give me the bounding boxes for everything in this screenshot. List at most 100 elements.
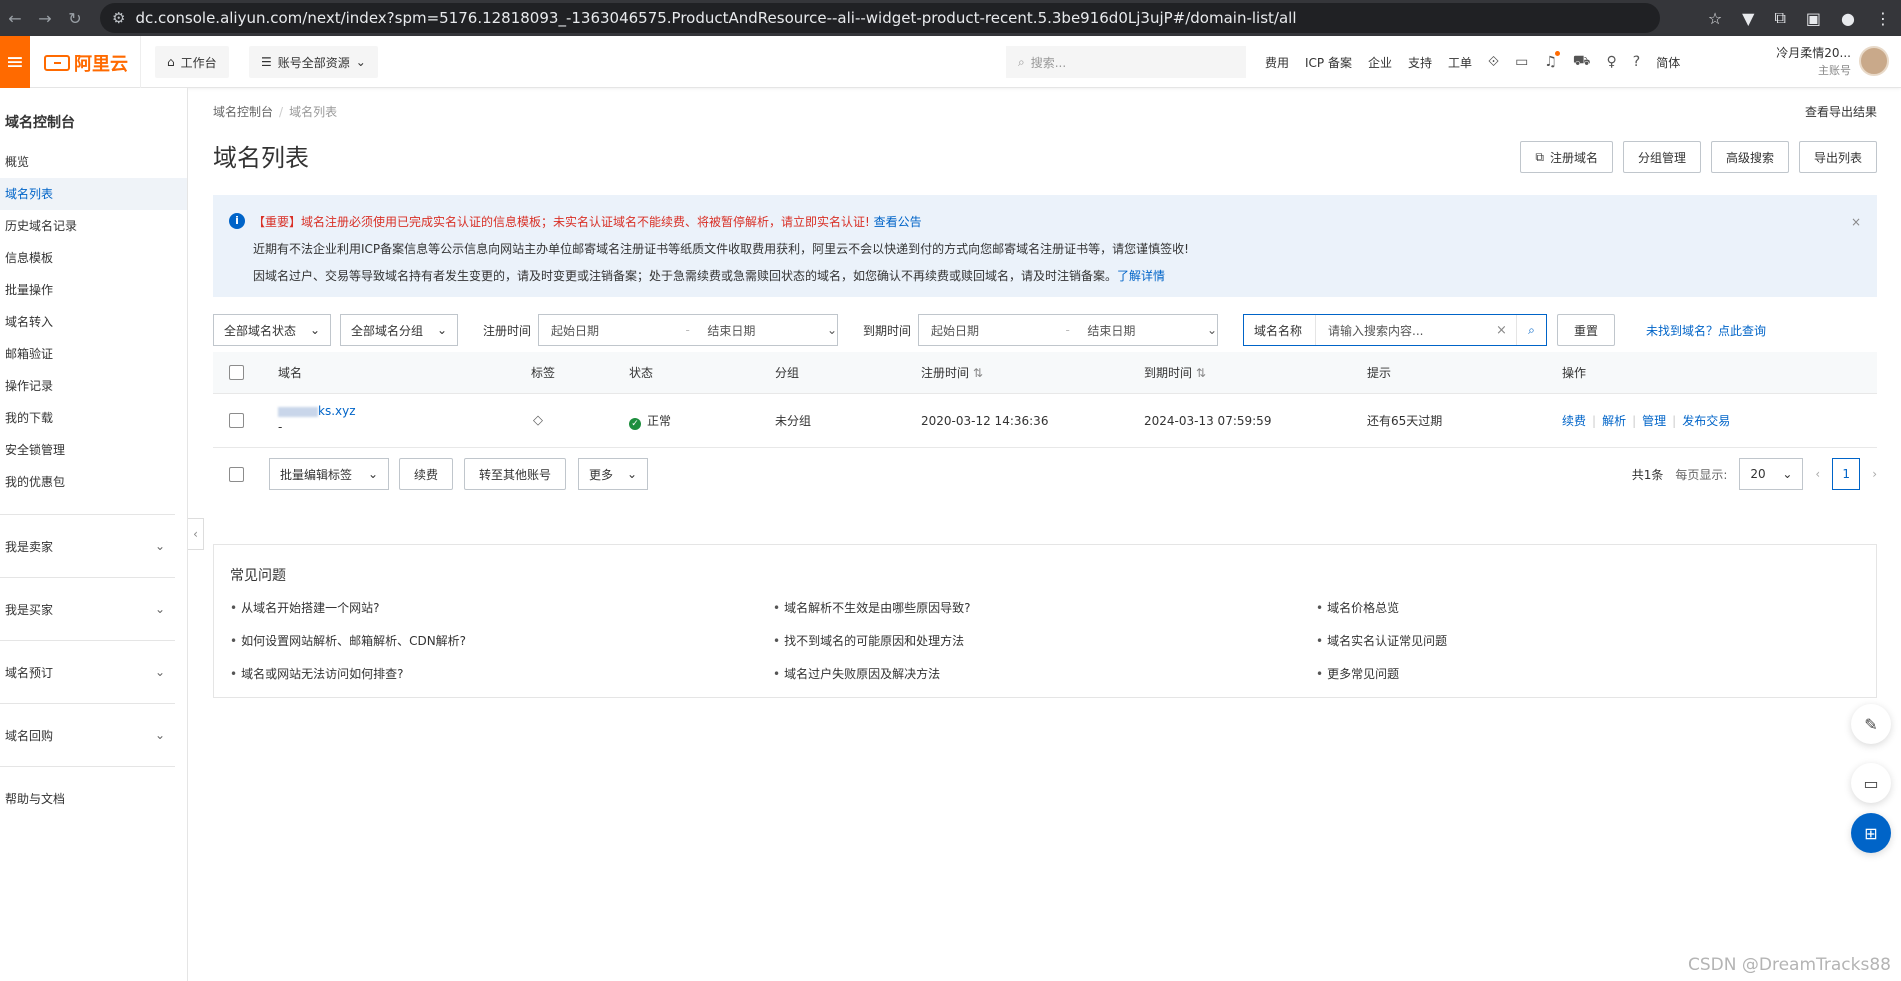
search-key-select[interactable]: 域名名称 — [1244, 315, 1316, 345]
bulk-renew-button[interactable]: 续费 — [399, 458, 454, 490]
back-icon[interactable]: ← — [0, 9, 30, 28]
breadcrumb-item-console[interactable]: 域名控制台 — [213, 105, 273, 119]
faq-link[interactable]: 域名价格总览 — [1316, 599, 1859, 616]
transfer-account-button[interactable]: 转至其他账号 — [464, 458, 567, 490]
faq-link[interactable]: 域名或网站无法访问如何排查? — [230, 665, 773, 682]
terminal-icon[interactable]: ▭ — [1515, 54, 1528, 70]
openapi-icon[interactable]: ⟐ — [1488, 54, 1499, 70]
bulk-select-checkbox[interactable] — [229, 467, 244, 482]
sidebar-item-transfer-in[interactable]: 域名转入 — [0, 306, 187, 338]
register-domain-button[interactable]: ⧉ 注册域名 — [1520, 141, 1613, 173]
start-date[interactable]: 起始日期 — [931, 322, 1065, 339]
sidebar-item-overview[interactable]: 概览 — [0, 146, 187, 178]
search-icon[interactable]: ⌕ — [1516, 315, 1546, 345]
lightbulb-icon[interactable]: ♀ — [1607, 54, 1617, 70]
bell-icon[interactable]: ♫ — [1544, 51, 1560, 70]
nav-link-billing[interactable]: 费用 — [1265, 54, 1289, 71]
prev-page-icon[interactable]: ‹ — [1815, 467, 1820, 481]
end-date[interactable]: 结束日期 — [707, 322, 827, 339]
menu-icon[interactable]: ⋮ — [1875, 9, 1891, 28]
faq-link[interactable]: 域名解析不生效是由哪些原因导致? — [773, 599, 1316, 616]
sidebar-item-history[interactable]: 历史域名记录 — [0, 210, 187, 242]
puzzle-icon[interactable]: ⧉ — [1774, 8, 1785, 28]
exp-date-range[interactable]: 起始日期 - 结束日期 ⌄ — [918, 314, 1218, 346]
sidebar-group-buyer[interactable]: 我是买家 ⌄ — [0, 577, 175, 640]
site-info-icon[interactable]: ⚙ — [112, 9, 125, 27]
sidebar-group-seller[interactable]: 我是卖家 ⌄ — [0, 514, 175, 577]
profile-icon[interactable]: ● — [1841, 9, 1855, 28]
edit-icon[interactable]: ✎ — [1851, 704, 1891, 744]
avatar[interactable] — [1859, 46, 1889, 76]
resolve-link[interactable]: 解析 — [1602, 414, 1626, 428]
sidebar-item-domain-list[interactable]: 域名列表 — [0, 178, 187, 210]
close-icon[interactable]: × — [1851, 209, 1861, 236]
cart-icon[interactable]: ⛟ — [1573, 53, 1591, 71]
publish-trade-link[interactable]: 发布交易 — [1682, 414, 1730, 428]
faq-link[interactable]: 找不到域名的可能原因和处理方法 — [773, 632, 1316, 649]
sidebar-group-buyback[interactable]: 域名回购 ⌄ — [0, 703, 175, 766]
apps-icon[interactable]: ⊞ — [1851, 813, 1891, 853]
chat-icon[interactable]: ▭ — [1851, 763, 1891, 803]
help-icon[interactable]: ? — [1633, 54, 1640, 70]
tag-icon[interactable]: ◇ — [533, 413, 543, 428]
nav-link-ticket[interactable]: 工单 — [1448, 54, 1472, 71]
group-manage-button[interactable]: 分组管理 — [1622, 141, 1701, 173]
view-export-results-link[interactable]: 查看导出结果 — [1805, 103, 1877, 120]
view-announcement-link[interactable]: 查看公告 — [874, 215, 922, 229]
advanced-search-button[interactable]: 高级搜索 — [1710, 141, 1789, 173]
nav-link-support[interactable]: 支持 — [1408, 54, 1432, 71]
faq-link[interactable]: 从域名开始搭建一个网站? — [230, 599, 773, 616]
learn-more-link[interactable]: 了解详情 — [1117, 269, 1165, 283]
bookmark-star-icon[interactable]: ☆ — [1708, 9, 1722, 28]
faq-link[interactable]: 域名过户失败原因及解决方法 — [773, 665, 1316, 682]
reset-button[interactable]: 重置 — [1557, 314, 1615, 346]
more-dropdown[interactable]: 更多 ⌄ — [578, 458, 648, 490]
domain-link[interactable]: ks.xyz — [278, 404, 356, 418]
resources-dropdown[interactable]: ☰ 账号全部资源 ⌄ — [249, 46, 378, 78]
start-date[interactable]: 起始日期 — [551, 322, 685, 339]
faq-link[interactable]: 域名实名认证常见问题 — [1316, 632, 1859, 649]
language-switch[interactable]: 简体 — [1656, 54, 1680, 71]
faq-link[interactable]: 如何设置网站解析、邮箱解析、CDN解析? — [230, 632, 773, 649]
per-page-select[interactable]: 20 ⌄ — [1739, 458, 1804, 490]
col-exp-time[interactable]: 到期时间 ⇅ — [1144, 364, 1206, 381]
address-bar[interactable]: ⚙ dc.console.aliyun.com/next/index?spm=5… — [100, 3, 1660, 33]
not-found-link[interactable]: 未找到域名？点此查询 — [1646, 322, 1766, 339]
extension-icon[interactable]: ▼ — [1742, 9, 1754, 28]
user-menu[interactable]: 冷月柔情20... 主账号 — [1776, 44, 1851, 80]
sidebar-item-templates[interactable]: 信息模板 — [0, 242, 187, 274]
bulk-tag-select[interactable]: 批量编辑标签 ⌄ — [269, 458, 389, 490]
clear-icon[interactable]: × — [1496, 323, 1516, 338]
global-search-input[interactable]: ⌕ 搜索... — [1006, 46, 1246, 78]
renew-link[interactable]: 续费 — [1562, 414, 1586, 428]
sidebar-item-downloads[interactable]: 我的下载 — [0, 402, 187, 434]
faq-link[interactable]: 更多常见问题 — [1316, 665, 1859, 682]
nav-link-icp[interactable]: ICP 备案 — [1305, 54, 1352, 71]
sidebar-item-security-lock[interactable]: 安全锁管理 — [0, 434, 187, 466]
sidebar-item-op-log[interactable]: 操作记录 — [0, 370, 187, 402]
domain-search-input[interactable]: 请输入搜索内容... — [1316, 322, 1496, 339]
sidebar-item-coupons[interactable]: 我的优惠包 — [0, 466, 187, 498]
sidepanel-icon[interactable]: ▣ — [1806, 9, 1821, 28]
nav-link-enterprise[interactable]: 企业 — [1368, 54, 1392, 71]
sidebar-item-batch[interactable]: 批量操作 — [0, 274, 187, 306]
col-reg-time[interactable]: 注册时间 ⇅ — [921, 364, 983, 381]
next-page-icon[interactable]: › — [1872, 467, 1877, 481]
select-all-checkbox[interactable] — [229, 365, 244, 380]
group-select[interactable]: 全部域名分组 ⌄ — [340, 314, 458, 346]
sidebar-item-help[interactable]: 帮助与文档 — [0, 766, 175, 829]
row-checkbox[interactable] — [229, 413, 244, 428]
forward-icon[interactable]: → — [30, 9, 60, 28]
status-select[interactable]: 全部域名状态 ⌄ — [213, 314, 331, 346]
workbench-button[interactable]: ⌂ 工作台 — [155, 46, 229, 78]
export-list-button[interactable]: 导出列表 — [1798, 141, 1877, 173]
sidebar-collapse-toggle[interactable]: ‹ — [188, 518, 204, 550]
hamburger-menu-icon[interactable]: ≡ — [0, 36, 30, 88]
sidebar-item-email-verify[interactable]: 邮箱验证 — [0, 338, 187, 370]
sidebar-group-reserve[interactable]: 域名预订 ⌄ — [0, 640, 175, 703]
reg-date-range[interactable]: 起始日期 - 结束日期 ⌄ — [538, 314, 838, 346]
end-date[interactable]: 结束日期 — [1087, 322, 1207, 339]
aliyun-logo[interactable]: 阿里云 — [44, 50, 128, 76]
page-1-button[interactable]: 1 — [1832, 458, 1861, 490]
reload-icon[interactable]: ↻ — [60, 9, 90, 28]
